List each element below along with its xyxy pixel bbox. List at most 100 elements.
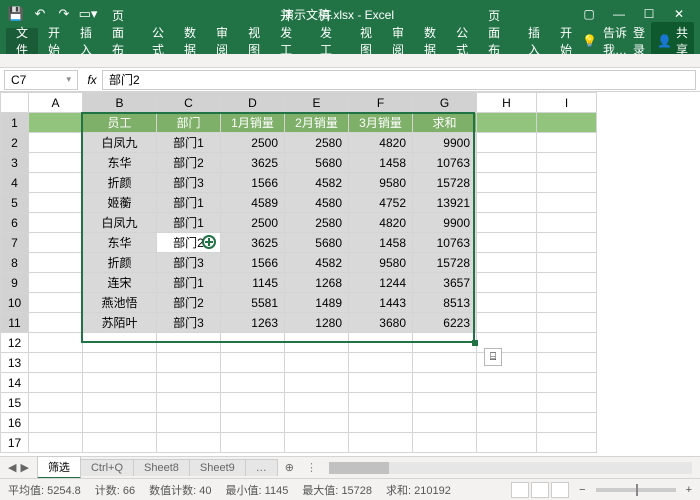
cell-B11[interactable]: 苏陌叶 bbox=[83, 313, 157, 333]
cell-A10[interactable] bbox=[29, 293, 83, 313]
horizontal-scrollbar[interactable] bbox=[329, 462, 692, 474]
cell-H10[interactable] bbox=[477, 293, 537, 313]
row-header-16[interactable]: 16 bbox=[1, 413, 29, 433]
tab-视图[interactable]: 视图 bbox=[238, 28, 270, 54]
cell-A13[interactable] bbox=[29, 353, 83, 373]
col-header-F[interactable]: F bbox=[349, 93, 413, 113]
cell-A6[interactable] bbox=[29, 213, 83, 233]
scrollbar-thumb[interactable] bbox=[329, 462, 389, 474]
cell-F9[interactable]: 1244 bbox=[349, 273, 413, 293]
cell-C13[interactable] bbox=[157, 353, 221, 373]
cell-C6[interactable]: 部门1 bbox=[157, 213, 221, 233]
cell-G9[interactable]: 3657 bbox=[413, 273, 477, 293]
tab-开始[interactable]: 开始 bbox=[550, 28, 582, 54]
cell-I11[interactable] bbox=[537, 313, 597, 333]
cell-H11[interactable] bbox=[477, 313, 537, 333]
cell-A7[interactable] bbox=[29, 233, 83, 253]
cell-B2[interactable]: 白凤九 bbox=[83, 133, 157, 153]
close-icon[interactable]: ✕ bbox=[670, 7, 688, 21]
cell-C8[interactable]: 部门3 bbox=[157, 253, 221, 273]
cell-G10[interactable]: 8513 bbox=[413, 293, 477, 313]
cell-B1[interactable]: 员工 bbox=[83, 113, 157, 133]
col-header-I[interactable]: I bbox=[537, 93, 597, 113]
cell-H2[interactable] bbox=[477, 133, 537, 153]
formula-input[interactable]: 部门2 bbox=[102, 70, 696, 90]
cell-A5[interactable] bbox=[29, 193, 83, 213]
tab-公式[interactable]: 公式 bbox=[142, 28, 174, 54]
cell-I5[interactable] bbox=[537, 193, 597, 213]
cell-D9[interactable]: 1145 bbox=[221, 273, 285, 293]
cell-E2[interactable]: 2580 bbox=[285, 133, 349, 153]
row-header-5[interactable]: 5 bbox=[1, 193, 29, 213]
cell-G6[interactable]: 9900 bbox=[413, 213, 477, 233]
cell-F7[interactable]: 1458 bbox=[349, 233, 413, 253]
cell-C1[interactable]: 部门 bbox=[157, 113, 221, 133]
cell-B10[interactable]: 燕池悟 bbox=[83, 293, 157, 313]
cell-F10[interactable]: 1443 bbox=[349, 293, 413, 313]
cell-H9[interactable] bbox=[477, 273, 537, 293]
cell-B9[interactable]: 连宋 bbox=[83, 273, 157, 293]
row-header-1[interactable]: 1 bbox=[1, 113, 29, 133]
cell-C4[interactable]: 部门3 bbox=[157, 173, 221, 193]
cell-B8[interactable]: 折颜 bbox=[83, 253, 157, 273]
cell-H4[interactable] bbox=[477, 173, 537, 193]
cell-A16[interactable] bbox=[29, 413, 83, 433]
cell-H3[interactable] bbox=[477, 153, 537, 173]
undo-icon[interactable]: ↶ bbox=[32, 6, 48, 22]
cell-H6[interactable] bbox=[477, 213, 537, 233]
cell-H7[interactable] bbox=[477, 233, 537, 253]
cell-I15[interactable] bbox=[537, 393, 597, 413]
cell-A4[interactable] bbox=[29, 173, 83, 193]
cell-D5[interactable]: 4589 bbox=[221, 193, 285, 213]
cell-G1[interactable]: 求和 bbox=[413, 113, 477, 133]
cell-F1[interactable]: 3月销量 bbox=[349, 113, 413, 133]
cell-I16[interactable] bbox=[537, 413, 597, 433]
cell-E15[interactable] bbox=[285, 393, 349, 413]
row-header-17[interactable]: 17 bbox=[1, 433, 29, 453]
cell-B15[interactable] bbox=[83, 393, 157, 413]
cell-G14[interactable] bbox=[413, 373, 477, 393]
row-header-10[interactable]: 10 bbox=[1, 293, 29, 313]
cell-F11[interactable]: 3680 bbox=[349, 313, 413, 333]
cell-B3[interactable]: 东华 bbox=[83, 153, 157, 173]
cell-E6[interactable]: 2580 bbox=[285, 213, 349, 233]
cell-E3[interactable]: 5680 bbox=[285, 153, 349, 173]
cell-B13[interactable] bbox=[83, 353, 157, 373]
cell-A2[interactable] bbox=[29, 133, 83, 153]
cell-D2[interactable]: 2500 bbox=[221, 133, 285, 153]
zoom-out-icon[interactable]: − bbox=[579, 484, 585, 496]
login-link[interactable]: 登录 bbox=[633, 24, 645, 58]
col-header-B[interactable]: B bbox=[83, 93, 157, 113]
cell-E1[interactable]: 2月销量 bbox=[285, 113, 349, 133]
cell-G5[interactable]: 13921 bbox=[413, 193, 477, 213]
cell-I7[interactable] bbox=[537, 233, 597, 253]
tell-me-text[interactable]: 告诉我… bbox=[603, 24, 627, 58]
cell-G13[interactable] bbox=[413, 353, 477, 373]
row-header-14[interactable]: 14 bbox=[1, 373, 29, 393]
view-buttons[interactable] bbox=[511, 482, 569, 498]
tab-页面布局[interactable]: 页面布局 bbox=[478, 28, 518, 54]
cell-E8[interactable]: 4582 bbox=[285, 253, 349, 273]
col-header-C[interactable]: C bbox=[157, 93, 221, 113]
cell-A1[interactable] bbox=[29, 113, 83, 133]
quick-analysis-button[interactable]: ⌸ bbox=[484, 348, 502, 366]
sheet-tab-筛选[interactable]: 筛选 bbox=[37, 456, 81, 479]
fill-handle[interactable] bbox=[472, 340, 478, 346]
sheet-tab-Sheet8[interactable]: Sheet8 bbox=[133, 459, 190, 476]
tab-开发工具[interactable]: 开发工具 bbox=[270, 28, 310, 54]
cell-I2[interactable] bbox=[537, 133, 597, 153]
cell-A3[interactable] bbox=[29, 153, 83, 173]
cell-D12[interactable] bbox=[221, 333, 285, 353]
cell-E14[interactable] bbox=[285, 373, 349, 393]
tab-审阅[interactable]: 审阅 bbox=[206, 28, 238, 54]
cell-B5[interactable]: 姬蘅 bbox=[83, 193, 157, 213]
cell-G4[interactable]: 15728 bbox=[413, 173, 477, 193]
cell-I13[interactable] bbox=[537, 353, 597, 373]
row-header-4[interactable]: 4 bbox=[1, 173, 29, 193]
cell-F15[interactable] bbox=[349, 393, 413, 413]
cell-I17[interactable] bbox=[537, 433, 597, 453]
cell-F16[interactable] bbox=[349, 413, 413, 433]
name-box[interactable]: C7 ▾ bbox=[4, 70, 78, 90]
zoom-slider[interactable] bbox=[596, 488, 676, 492]
cell-G17[interactable] bbox=[413, 433, 477, 453]
